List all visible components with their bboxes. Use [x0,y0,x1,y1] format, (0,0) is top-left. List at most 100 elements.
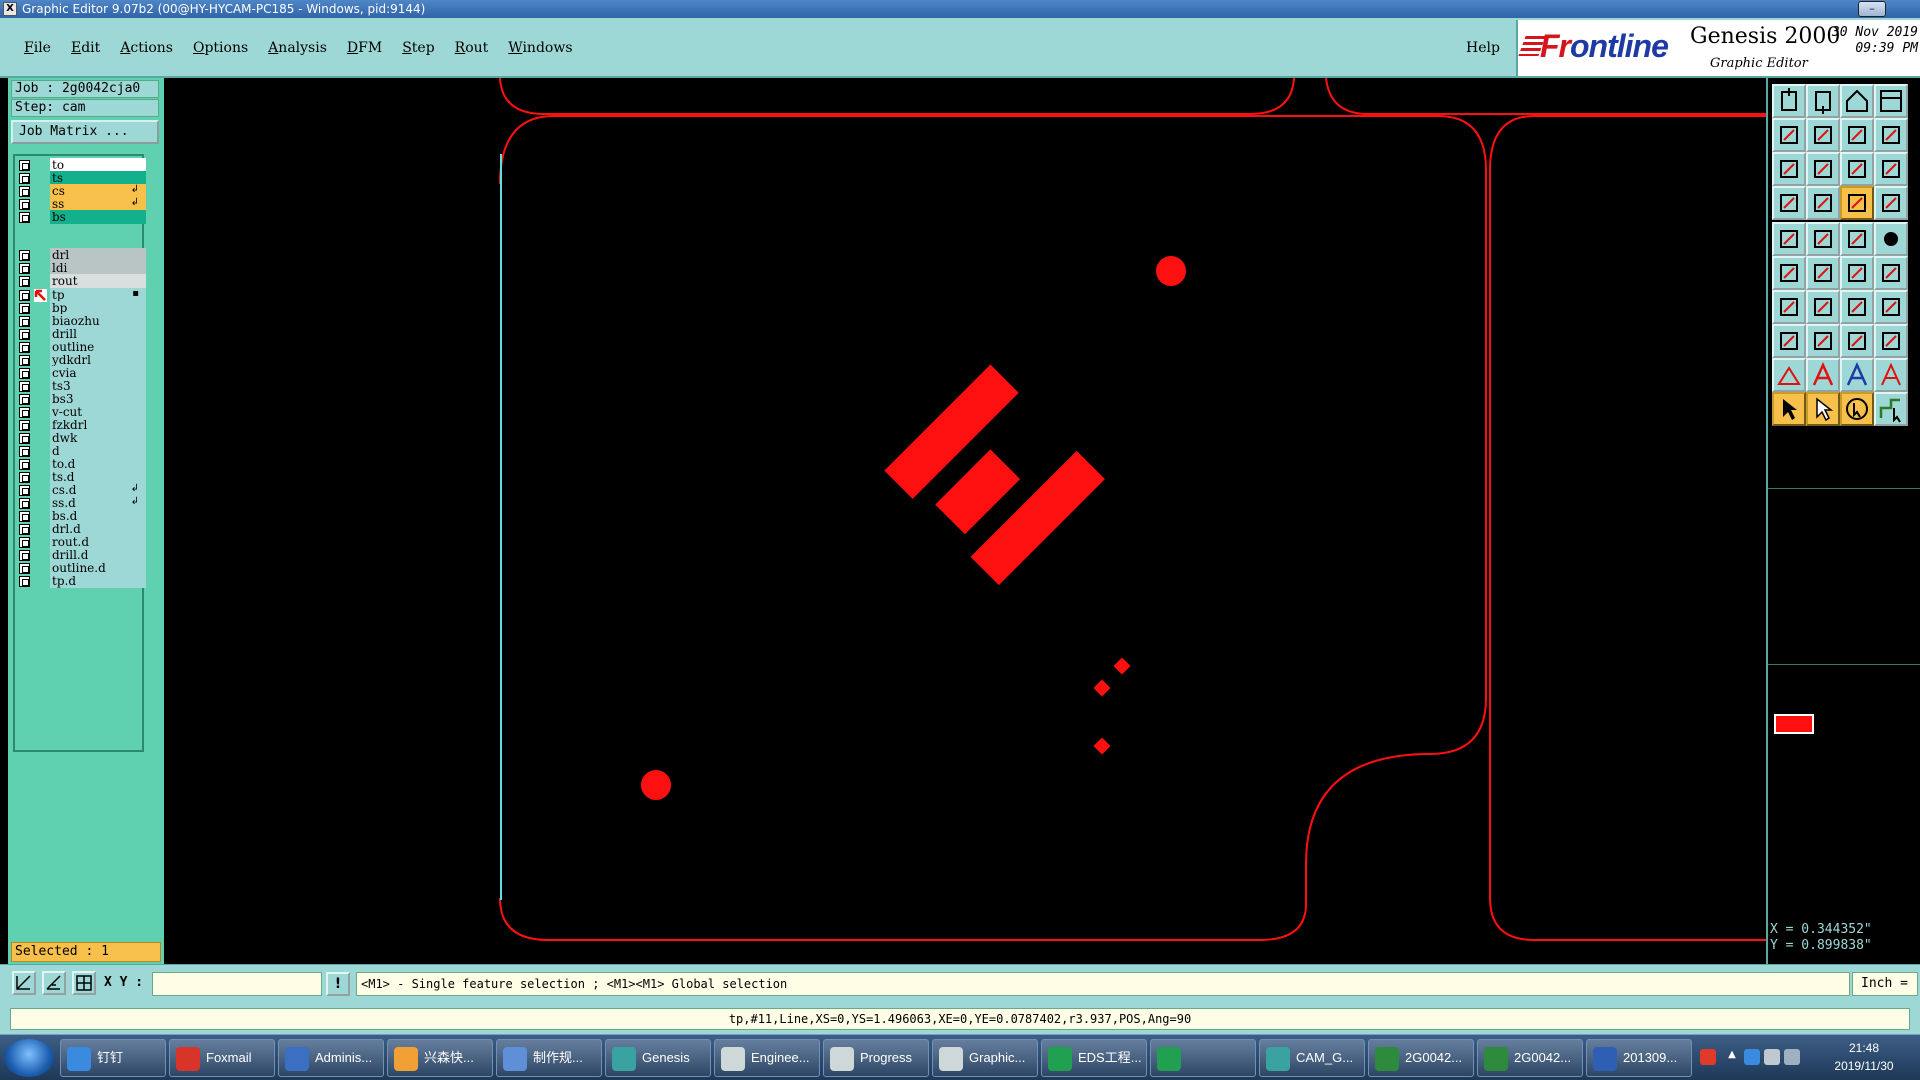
dot-icon[interactable] [1874,222,1908,256]
layer-name[interactable]: rout.d [50,535,146,549]
menu-edit[interactable]: Edit [59,40,108,56]
pan-center-icon[interactable] [1840,118,1874,152]
layer-name[interactable]: tp.d [50,574,146,588]
layer-checkbox[interactable] [19,329,30,340]
alert-icon[interactable]: ! [326,972,350,996]
layer-name[interactable]: d [50,444,146,458]
select-arrow-icon[interactable] [1772,392,1806,426]
layer-checkbox[interactable] [19,355,30,366]
layer-name[interactable]: drill [50,327,146,341]
zoom-home-icon[interactable] [1772,84,1806,118]
taskbar-item[interactable]: 钉钉 [60,1039,166,1077]
grid-icon[interactable] [1806,186,1840,220]
layer-checkbox[interactable] [19,342,30,353]
layer-name[interactable]: bs [50,210,146,224]
minimize-button[interactable]: – [1858,1,1886,17]
layer-checkbox[interactable] [19,250,30,261]
layer-row-rout[interactable]: rout [17,274,146,289]
layer-checkbox[interactable] [19,511,30,522]
menu-windows[interactable]: Windows [496,40,580,56]
taskbar-item[interactable]: Genesis [605,1039,711,1077]
zoom-back-icon[interactable] [1806,84,1840,118]
layer-checkbox[interactable] [19,173,30,184]
layer-checkbox[interactable] [19,394,30,405]
layer-checkbox[interactable] [19,537,30,548]
layer-name[interactable]: ts [50,171,146,185]
select-alt-icon[interactable] [1806,392,1840,426]
taskbar-item[interactable]: 2G0042... [1477,1039,1583,1077]
snap-icon[interactable] [1772,186,1806,220]
job-matrix-button[interactable]: Job Matrix ... [11,120,159,144]
layer-checkbox[interactable] [19,563,30,574]
layer-checkbox[interactable] [19,498,30,509]
layer-checkbox[interactable] [19,276,30,287]
net-icon[interactable] [1840,186,1874,220]
pan-right-icon[interactable] [1806,118,1840,152]
text-icon[interactable] [1874,290,1908,324]
layer-checkbox[interactable] [19,186,30,197]
layer-name[interactable]: bs3 [50,392,146,406]
layer-checkbox[interactable] [19,263,30,274]
menu-step[interactable]: Step [390,40,442,56]
menu-rout[interactable]: Rout [443,40,497,56]
window-icon[interactable] [1874,84,1908,118]
taskbar-item[interactable] [1150,1039,1256,1077]
house-icon[interactable] [1840,84,1874,118]
layer-name[interactable]: bp [50,301,146,315]
angle-icon[interactable] [1772,290,1806,324]
layer-name[interactable]: drill.d [50,548,146,562]
layer-checkbox[interactable] [19,433,30,444]
layer-row-tp-d[interactable]: tp.d [17,574,146,589]
layer-checkbox[interactable] [19,199,30,210]
taskbar-item[interactable]: Foxmail [169,1039,275,1077]
layer-checkbox[interactable] [19,459,30,470]
taskbar-item[interactable]: 2G0042... [1368,1039,1474,1077]
select-circle-icon[interactable] [1840,392,1874,426]
volume-icon[interactable] [1784,1049,1800,1065]
clock[interactable]: 21:48 2019/11/30 [1810,1039,1918,1077]
xy-input[interactable] [152,972,322,996]
layer-checkbox[interactable] [19,550,30,561]
fit-icon[interactable] [1772,152,1806,186]
draw-line-icon[interactable] [1806,290,1840,324]
layer-checkbox[interactable] [19,485,30,496]
layer-checkbox[interactable] [19,524,30,535]
cross-icon[interactable] [1806,256,1840,290]
layer-checkbox[interactable] [19,446,30,457]
pad-add-icon[interactable] [1772,222,1806,256]
taskbar-item[interactable]: 制作规... [496,1039,602,1077]
box-point-icon[interactable] [1772,324,1806,358]
layer-name[interactable]: drl [50,248,146,262]
layer-checkbox[interactable] [19,160,30,171]
fit-profile-icon[interactable] [1806,152,1840,186]
layer-checkbox[interactable] [19,212,30,223]
layer-name[interactable]: ydkdrl [50,353,146,367]
network-icon[interactable] [1744,1049,1760,1065]
help-icon[interactable] [1874,152,1908,186]
layer-name[interactable]: fzkdrl [50,418,146,432]
layer-checkbox[interactable] [19,368,30,379]
node-icon[interactable] [1772,256,1806,290]
connect-alt-icon[interactable] [1874,256,1908,290]
layer-name[interactable]: outline.d [50,561,146,575]
measure-angle-icon[interactable] [42,971,66,995]
layer-checkbox[interactable] [19,303,30,314]
measure-icon[interactable] [1840,324,1874,358]
layer-name[interactable]: to [50,158,146,172]
taskbar-item[interactable]: CAM_G... [1259,1039,1365,1077]
layer-row-bs[interactable]: bs [17,210,146,225]
layer-name[interactable]: cvia [50,366,146,380]
taskbar-item[interactable]: 201309... [1586,1039,1692,1077]
menu-actions[interactable]: Actions [108,40,181,56]
a-alt-icon[interactable] [1874,358,1908,392]
arc-icon[interactable] [1840,290,1874,324]
unit-selector[interactable]: Inch = [1852,972,1918,996]
line-ruler-icon[interactable] [1840,222,1874,256]
menu-analysis[interactable]: Analysis [256,40,335,56]
scale-icon[interactable] [1874,118,1908,152]
menu-options[interactable]: Options [181,40,256,56]
a-icon[interactable] [1806,358,1840,392]
layer-name[interactable]: ts.d [50,470,146,484]
taskbar-item[interactable]: Graphic... [932,1039,1038,1077]
layer-name[interactable]: bs.d [50,509,146,523]
